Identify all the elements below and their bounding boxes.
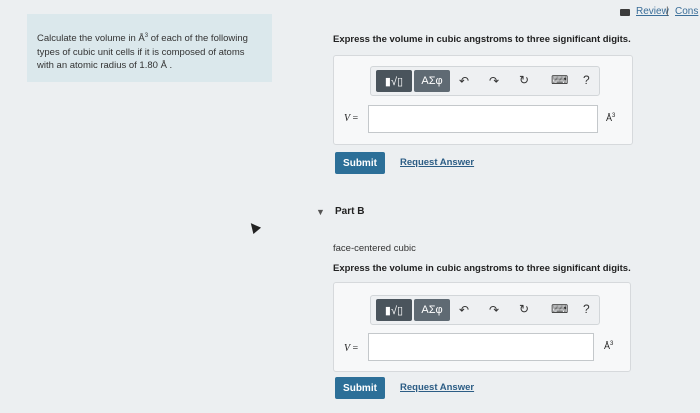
- part-a-unit: Å3: [606, 113, 616, 123]
- part-b-collapse-caret[interactable]: ▼: [316, 207, 325, 217]
- help-icon[interactable]: ?: [583, 73, 590, 87]
- undo-icon[interactable]: ↶: [459, 303, 469, 317]
- problem-line-1: Calculate the volume in Å3 of each of th…: [37, 33, 248, 45]
- greek-symbols-button[interactable]: ΑΣφ: [414, 70, 450, 92]
- keyboard-icon[interactable]: ⌨: [551, 302, 568, 316]
- part-b-answer-panel: ▮√▯ ΑΣφ ↶ ↷ ↻ ⌨ ? V = Å3: [333, 282, 631, 372]
- part-b-toolbar: ▮√▯ ΑΣφ ↶ ↷ ↻ ⌨ ?: [370, 295, 600, 325]
- part-a-variable: V =: [344, 113, 359, 124]
- review-separator: |: [666, 6, 669, 17]
- problem-statement: Calculate the volume in Å3 of each of th…: [27, 14, 272, 82]
- mouse-cursor: [246, 219, 262, 235]
- part-b-submit-button[interactable]: Submit: [335, 377, 385, 399]
- template-button[interactable]: ▮√▯: [376, 70, 412, 92]
- problem-line-2: types of cubic unit cells if it is compo…: [37, 46, 245, 58]
- part-a-answer-panel: ▮√▯ ΑΣφ ↶ ↷ ↻ ⌨ ? V = Å3: [333, 55, 633, 145]
- redo-icon[interactable]: ↷: [489, 303, 499, 317]
- review-icon: [620, 9, 630, 16]
- greek-symbols-button[interactable]: ΑΣφ: [414, 299, 450, 321]
- undo-icon[interactable]: ↶: [459, 74, 469, 88]
- help-icon[interactable]: ?: [583, 302, 590, 316]
- reset-icon[interactable]: ↻: [519, 302, 529, 316]
- review-link[interactable]: Review: [636, 6, 669, 17]
- part-b-unit: Å3: [604, 341, 614, 351]
- part-a-instruction: Express the volume in cubic angstroms to…: [333, 34, 631, 45]
- part-a-answer-input[interactable]: [368, 105, 598, 133]
- part-a-toolbar: ▮√▯ ΑΣφ ↶ ↷ ↻ ⌨ ?: [370, 66, 600, 96]
- part-b-variable: V =: [344, 343, 359, 354]
- part-b-answer-input[interactable]: [368, 333, 594, 361]
- keyboard-icon[interactable]: ⌨: [551, 73, 568, 87]
- part-a-submit-button[interactable]: Submit: [335, 152, 385, 174]
- part-b-instruction: Express the volume in cubic angstroms to…: [333, 263, 631, 274]
- constants-link[interactable]: Cons: [675, 6, 698, 17]
- part-b-description: face-centered cubic: [333, 243, 416, 254]
- reset-icon[interactable]: ↻: [519, 73, 529, 87]
- part-b-request-answer-link[interactable]: Request Answer: [400, 382, 474, 393]
- template-button[interactable]: ▮√▯: [376, 299, 412, 321]
- redo-icon[interactable]: ↷: [489, 74, 499, 88]
- problem-line-3: with an atomic radius of 1.80 Å .: [37, 60, 173, 72]
- part-a-request-answer-link[interactable]: Request Answer: [400, 157, 474, 168]
- part-b-title[interactable]: Part B: [335, 206, 364, 217]
